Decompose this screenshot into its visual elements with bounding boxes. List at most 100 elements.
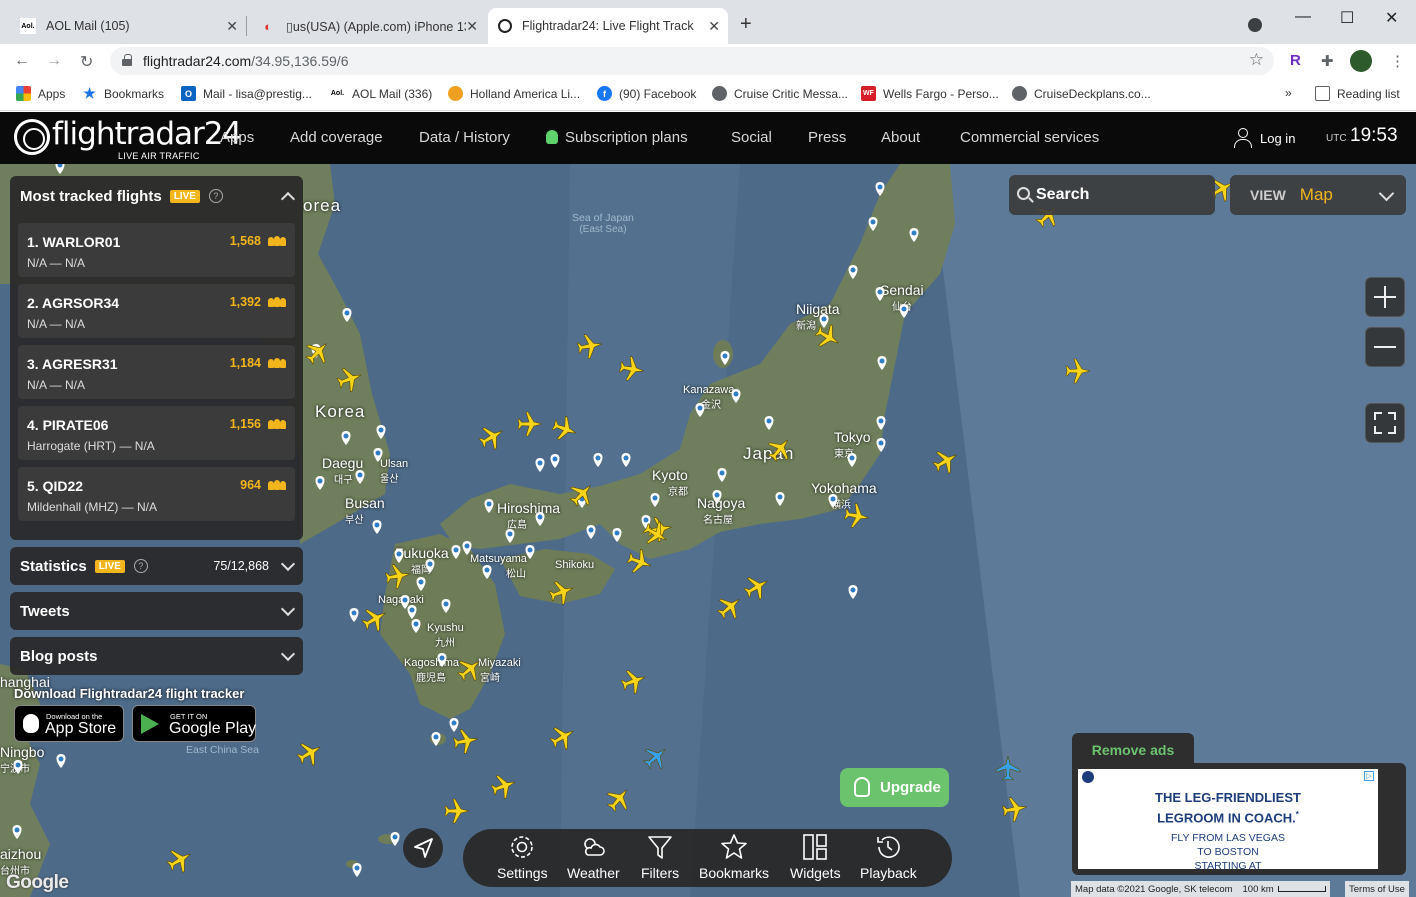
- bookmark-apps[interactable]: Apps: [16, 86, 65, 101]
- extension-r-icon[interactable]: R: [1290, 52, 1301, 69]
- nav-subscription-plans[interactable]: Subscription plans: [546, 129, 688, 146]
- airport-pin-52[interactable]: [848, 585, 858, 599]
- bookmarks-overflow-icon[interactable]: »: [1285, 86, 1292, 100]
- tab-flightradar[interactable]: Flightradar24: Live Flight Tracker ✕: [488, 8, 728, 44]
- url-text[interactable]: flightradar24.com/34.95,136.59/6: [143, 53, 348, 69]
- tab-aol-mail[interactable]: Aol. AOL Mail (105) ✕: [10, 8, 247, 44]
- airport-pin-8[interactable]: [720, 351, 730, 365]
- view-selector[interactable]: VIEW Map: [1230, 175, 1406, 215]
- aircraft-5[interactable]: [335, 364, 366, 395]
- bookmark-cruisedeckplans[interactable]: CruiseDeckplans.co...: [1012, 86, 1151, 101]
- airport-pin-55[interactable]: [13, 760, 23, 774]
- menu-kebab-icon[interactable]: ⋮: [1390, 52, 1405, 70]
- airport-pin-42[interactable]: [342, 308, 352, 322]
- airport-pin-5[interactable]: [899, 304, 909, 318]
- airport-pin-7[interactable]: [877, 356, 887, 370]
- bookmark-outlook[interactable]: O Mail - lisa@prestig...: [181, 86, 312, 101]
- terms-of-use-link[interactable]: Terms of Use: [1345, 881, 1409, 897]
- airport-pin-3[interactable]: [848, 265, 858, 279]
- airport-pin-56[interactable]: [56, 754, 66, 768]
- bookmark-bookmarks[interactable]: ★ Bookmarks: [82, 85, 164, 101]
- airport-pin-35[interactable]: [416, 577, 426, 591]
- airport-pin-4[interactable]: [875, 287, 885, 301]
- app-store-button[interactable]: Download on the App Store: [14, 705, 124, 742]
- aircraft-highlight-1[interactable]: [995, 755, 1021, 781]
- ad-info-icon[interactable]: ▷: [1364, 771, 1374, 781]
- airport-pin-15[interactable]: [717, 468, 727, 482]
- airport-pin-44[interactable]: [376, 425, 386, 439]
- airport-pin-54[interactable]: [431, 732, 441, 746]
- settings-button[interactable]: Settings: [497, 829, 548, 887]
- aircraft-6[interactable]: [301, 335, 335, 369]
- my-location-button[interactable]: [403, 828, 443, 868]
- address-bar[interactable]: flightradar24.com/34.95,136.59/6 ☆: [110, 47, 1274, 75]
- aircraft-1[interactable]: [618, 355, 646, 383]
- airport-pin-17[interactable]: [775, 492, 785, 506]
- bookmark-star-icon[interactable]: ☆: [1249, 50, 1264, 70]
- bookmark-wells-fargo[interactable]: WF Wells Fargo - Perso...: [861, 86, 999, 101]
- aircraft-highlight-0[interactable]: [639, 740, 673, 774]
- airport-pin-60[interactable]: [55, 164, 65, 174]
- airport-pin-58[interactable]: [390, 832, 400, 846]
- airport-pin-51[interactable]: [407, 605, 417, 619]
- nav-commercial-services[interactable]: Commercial services: [960, 129, 1099, 146]
- window-close-icon[interactable]: ✕: [1385, 8, 1398, 28]
- playback-button[interactable]: Playback: [860, 829, 917, 887]
- aircraft-25[interactable]: [444, 798, 470, 824]
- minimize-icon[interactable]: —: [1295, 8, 1311, 26]
- airport-pin-36[interactable]: [425, 559, 435, 573]
- aircraft-7[interactable]: [812, 321, 845, 354]
- chevron-up-icon[interactable]: [280, 191, 296, 207]
- upgrade-button[interactable]: Upgrade: [840, 768, 949, 807]
- airport-pin-48[interactable]: [315, 476, 325, 490]
- reading-list-button[interactable]: Reading list: [1315, 86, 1400, 101]
- tracked-flight-card[interactable]: 3. AGRESR31 N/A — N/A 1,184: [18, 345, 295, 399]
- lock-icon[interactable]: [122, 54, 132, 66]
- google-play-button[interactable]: GET IT ON Google Play: [132, 705, 256, 742]
- aircraft-18[interactable]: [359, 603, 392, 636]
- aircraft-13[interactable]: [625, 547, 656, 578]
- aircraft-23[interactable]: [294, 737, 327, 770]
- nav-add-coverage[interactable]: Add coverage: [290, 129, 383, 146]
- aircraft-2[interactable]: [517, 411, 543, 437]
- airport-pin-22[interactable]: [535, 458, 545, 472]
- airport-pin-11[interactable]: [764, 416, 774, 430]
- airport-pin-24[interactable]: [650, 493, 660, 507]
- nav-press[interactable]: Press: [808, 129, 846, 146]
- aircraft-28[interactable]: [1001, 795, 1029, 823]
- airport-pin-21[interactable]: [550, 454, 560, 468]
- profile-avatar[interactable]: [1350, 50, 1372, 72]
- airport-pin-33[interactable]: [451, 545, 461, 559]
- airport-pin-28[interactable]: [535, 512, 545, 526]
- aircraft-26[interactable]: [602, 782, 636, 816]
- airport-pin-19[interactable]: [593, 453, 603, 467]
- airport-pin-39[interactable]: [411, 619, 421, 633]
- airport-pin-32[interactable]: [462, 541, 472, 555]
- aircraft-0[interactable]: [576, 332, 604, 360]
- airport-pin-49[interactable]: [372, 520, 382, 534]
- fullscreen-button[interactable]: [1365, 403, 1405, 443]
- aircraft-11[interactable]: [843, 502, 871, 530]
- remove-ads-tab[interactable]: Remove ads: [1072, 733, 1194, 767]
- aircraft-22[interactable]: [452, 727, 480, 755]
- back-arrow-icon[interactable]: ←: [14, 52, 30, 70]
- search-input[interactable]: Search: [1009, 175, 1215, 215]
- airport-pin-0[interactable]: [875, 182, 885, 196]
- airport-pin-59[interactable]: [352, 863, 362, 877]
- aircraft-19[interactable]: [453, 652, 487, 686]
- airport-pin-13[interactable]: [876, 438, 886, 452]
- filters-button[interactable]: Filters: [641, 829, 679, 887]
- tab-search-icon[interactable]: [1248, 18, 1262, 32]
- tab-apple[interactable]: ◐ ▯us(USA) (Apple.com) iPhone 13 ✕: [250, 8, 486, 44]
- bookmark-facebook[interactable]: f (90) Facebook: [597, 86, 696, 101]
- tracked-flight-card[interactable]: 1. WARLOR01 N/A — N/A 1,568: [18, 223, 295, 277]
- airport-pin-12[interactable]: [876, 416, 886, 430]
- aircraft-8[interactable]: [1065, 358, 1091, 384]
- airport-pin-46[interactable]: [373, 448, 383, 462]
- airport-pin-26[interactable]: [612, 528, 622, 542]
- airport-pin-16[interactable]: [712, 490, 722, 504]
- nav-data-history[interactable]: Data / History: [419, 129, 510, 146]
- tweets-section[interactable]: Tweets: [10, 592, 303, 630]
- airport-pin-10[interactable]: [695, 403, 705, 417]
- airport-pin-27[interactable]: [586, 525, 596, 539]
